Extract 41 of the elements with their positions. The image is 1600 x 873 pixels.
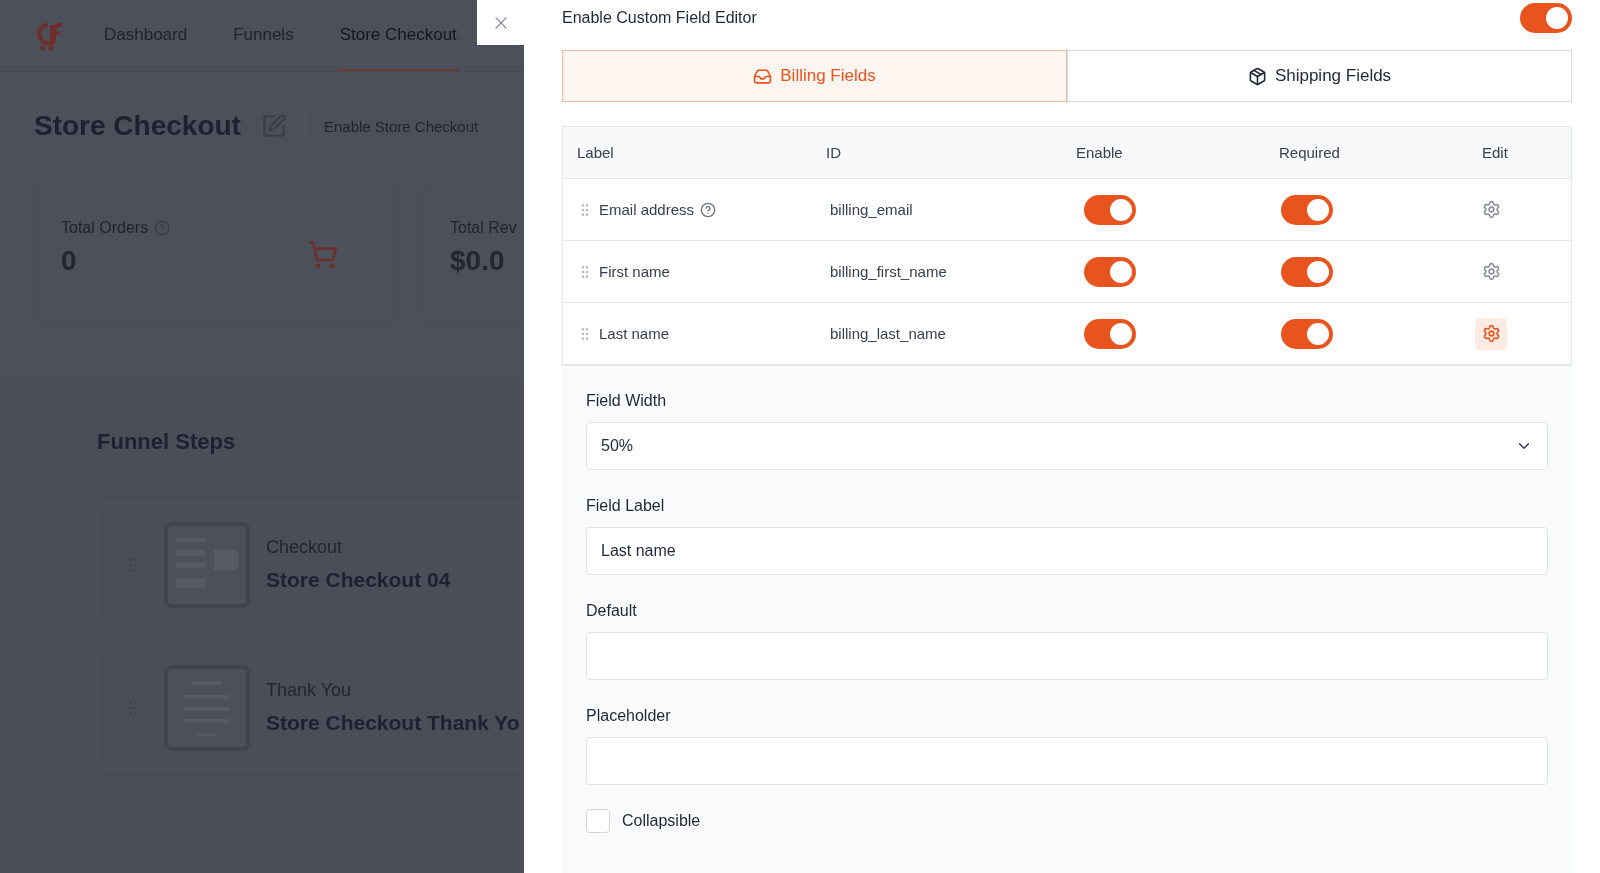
toggle-switch[interactable] [1281,256,1333,287]
box-icon [1247,66,1267,86]
field-label: Email address [599,201,695,218]
cart-icon [308,240,338,270]
field-id: billing_email [829,200,913,218]
field-caption: Field Width [586,392,668,410]
column-header: Edit [1482,144,1509,161]
input-field[interactable] [586,737,1548,785]
nav-tab[interactable]: Store Checkout [337,0,459,71]
field-label: Last name [599,325,670,342]
gear-icon [1481,324,1501,343]
toggle-switch[interactable] [1520,2,1572,33]
gear-icon [1481,262,1501,281]
checkbox[interactable] [586,809,610,833]
toggle-label: Enable Custom Field Editor [562,8,757,27]
tab[interactable]: Shipping Fields [1067,50,1572,102]
checkbox-label: Collapsible [622,812,701,830]
field-caption: Field Label [586,497,666,515]
input-field[interactable]: Last name [586,527,1548,575]
toggle-switch[interactable] [1084,318,1136,349]
tab[interactable]: Billing Fields [562,50,1067,102]
tray-icon [753,66,773,86]
column-header: Enable [1076,144,1124,161]
input-field[interactable] [586,632,1548,680]
field-caption: Placeholder [586,707,672,725]
toggle-switch[interactable] [1084,194,1136,225]
help-icon[interactable] [700,201,717,218]
field-id: billing_first_name [829,262,947,280]
column-header: Label [576,144,615,161]
field-caption: Default [586,602,638,620]
field-label: First name [599,263,670,280]
toggle-switch[interactable] [1084,256,1136,287]
select-field[interactable]: 50% [586,422,1548,470]
field-id: billing_last_name [829,324,946,342]
gear-icon [1481,200,1501,219]
logo-icon [34,20,62,51]
column-header: Required [1279,144,1341,161]
settings-button[interactable] [1475,317,1507,350]
column-header: ID [826,144,842,161]
toggle-switch[interactable] [1281,194,1333,225]
toggle-switch[interactable] [1281,318,1333,349]
